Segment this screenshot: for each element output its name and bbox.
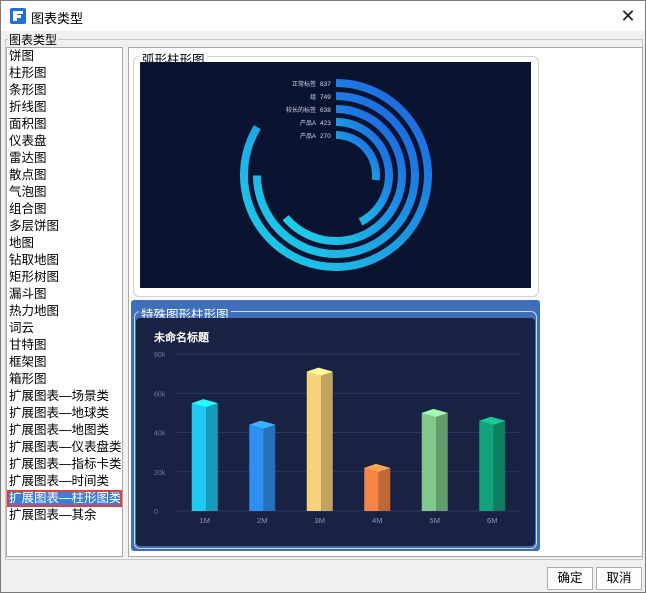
ok-button[interactable]: 确定 <box>547 567 593 590</box>
arc-value: 270 <box>320 133 331 140</box>
chart-type-item[interactable]: 条形图 <box>7 82 122 99</box>
column-front <box>191 403 207 511</box>
column-side <box>436 412 448 511</box>
chart-type-item[interactable]: 箱形图 <box>7 371 122 388</box>
arc-label: 较长的标签 <box>286 106 316 114</box>
chart-type-item[interactable]: 仪表盘 <box>7 133 122 150</box>
chart-type-item[interactable]: 热力地图 <box>7 303 122 320</box>
cancel-button[interactable]: 取消 <box>596 567 642 590</box>
arc-label: 正常标签 <box>292 80 316 88</box>
column-front <box>421 412 437 511</box>
chart-type-item[interactable]: 雷达图 <box>7 150 122 167</box>
y-tick-label: 40k <box>154 431 166 438</box>
chart-type-item[interactable]: 扩展图表—地球类 <box>7 405 122 422</box>
chart-type-item[interactable]: 扩展图表—柱形图类 <box>7 490 122 507</box>
radial-bar-chart-thumbnail: 正常标签 837 组 749 较长的标签 638 产品A 423 产品A 270 <box>140 62 531 288</box>
column-side <box>493 420 506 511</box>
column-front <box>364 467 379 511</box>
column-front <box>306 371 322 511</box>
chart-type-item[interactable]: 面积图 <box>7 116 122 133</box>
x-tick-label: 4M <box>372 516 382 525</box>
arc-label: 组 <box>310 93 316 101</box>
x-tick-label: 1M <box>200 516 210 525</box>
preview-panel: 弧形柱形图 正常标签 837 组 749 较长的标签 638 产品A 423 产品A 270 特殊… <box>128 47 643 557</box>
group-legend: 图表类型 <box>9 33 58 47</box>
column-side <box>206 403 218 511</box>
chart-type-item[interactable]: 扩展图表—指标卡类 <box>7 456 122 473</box>
chart-type-item[interactable]: 扩展图表—仪表盘类 <box>7 439 122 456</box>
chart-type-item[interactable]: 漏斗图 <box>7 286 122 303</box>
chart-type-item[interactable]: 组合图 <box>7 201 122 218</box>
arc-value: 638 <box>320 107 331 114</box>
chart-type-item[interactable]: 框架图 <box>7 354 122 371</box>
chart-type-item[interactable]: 词云 <box>7 320 122 337</box>
chart-type-list[interactable]: 饼图 柱形图 条形图 折线图 面积图 仪表盘 雷达图 散点图 气泡图 组合图 多层饼图 地图 钻取地图矩… <box>6 47 123 557</box>
chart-type-item[interactable]: 多层饼图 <box>7 218 122 235</box>
arc-value: 423 <box>320 120 331 127</box>
preview-card-special-bar[interactable]: 特殊图形柱形图 未命名标题 0 20k 40k 60k 80k 1M 2M 3M 4M 5M 6M <box>131 300 540 551</box>
chart-type-item[interactable]: 扩展图表—场景类 <box>7 388 122 405</box>
arc-value: 749 <box>320 94 331 101</box>
3d-column-chart-thumbnail: 未命名标题 0 20k 40k 60k 80k 1M 2M 3M 4M 5M 6M <box>136 318 535 546</box>
chart-type-item[interactable]: 扩展图表—时间类 <box>7 473 122 490</box>
dialog-window: 图表类型 ✕ 图表类型 饼图 柱形图 条形图 折线图 面积图 仪表盘 雷达图 散点图 气泡图 组合… <box>0 0 646 593</box>
x-tick-label: 5M <box>430 516 440 525</box>
y-tick-label: 20k <box>154 470 166 477</box>
column-side <box>263 424 276 511</box>
chart-type-item[interactable]: 折线图 <box>7 99 122 116</box>
close-icon[interactable]: ✕ <box>617 5 639 27</box>
y-tick-label: 80k <box>154 352 166 359</box>
arc-value: 837 <box>320 81 331 88</box>
chart-type-item[interactable]: 扩展图表—地图类 <box>7 422 122 439</box>
x-tick-label: 6M <box>487 516 497 525</box>
column-front <box>249 424 264 511</box>
column-side <box>321 371 333 511</box>
x-tick-label: 3M <box>315 516 325 525</box>
title-bar: 图表类型 ✕ <box>1 1 645 31</box>
x-tick-label: 2M <box>257 516 267 525</box>
window-title: 图表类型 <box>31 11 84 26</box>
chart-type-item[interactable]: 气泡图 <box>7 184 122 201</box>
arc-label: 产品A <box>300 132 316 140</box>
chart-type-item[interactable]: 甘特图 <box>7 337 122 354</box>
chart-type-item[interactable]: 地图 <box>7 235 122 252</box>
y-tick-label: 0 <box>154 509 158 516</box>
app-logo-icon <box>10 8 26 24</box>
preview-card-frame: 特殊图形柱形图 未命名标题 0 20k 40k 60k 80k 1M 2M 3M 4M 5M 6M <box>134 304 537 549</box>
chart-type-item[interactable]: 钻取地图 <box>7 252 122 269</box>
chart-type-item[interactable]: 散点图 <box>7 167 122 184</box>
column-front <box>479 420 494 511</box>
arc-label: 产品A <box>300 119 316 127</box>
chart-type-item[interactable]: 矩形树图 <box>7 269 122 286</box>
chart-type-item[interactable]: 扩展图表—其余 <box>7 507 122 524</box>
chart-title: 未命名标题 <box>153 330 210 344</box>
chart-type-item[interactable]: 柱形图 <box>7 65 122 82</box>
chart-type-item[interactable]: 饼图 <box>7 48 122 65</box>
column-side <box>378 467 391 511</box>
preview-card-arc-bar[interactable]: 弧形柱形图 正常标签 837 组 749 较长的标签 638 产品A 423 产品A 270 <box>133 49 539 297</box>
y-tick-label: 60k <box>154 391 166 398</box>
